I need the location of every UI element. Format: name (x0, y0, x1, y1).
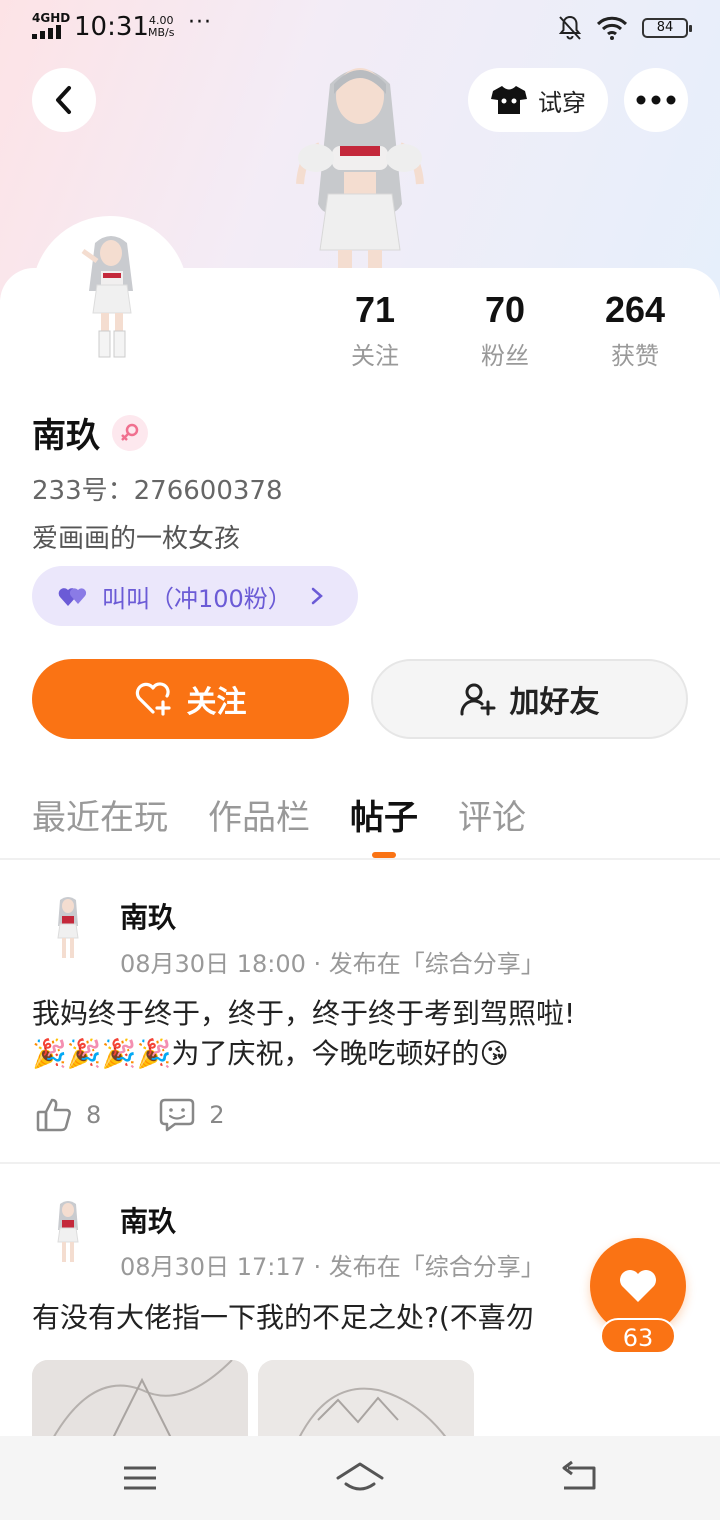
profile-avatar[interactable] (32, 216, 188, 372)
post-actions: 8 2 (36, 1098, 225, 1132)
post-text-line: 有没有大佬指一下我的不足之处?(不喜勿 (32, 1301, 534, 1334)
post-text-line: 我妈终于终于，终于，终于终于考到驾照啦! (32, 997, 576, 1030)
user-id: 233号：276600378 (32, 476, 283, 506)
signal-icon (32, 25, 62, 39)
post-author-name[interactable]: 南玖 (120, 1200, 176, 1240)
tab-posts[interactable]: 帖子 (350, 790, 418, 858)
more-notifications-icon: ··· (188, 10, 212, 35)
post-image-thumbnail[interactable] (258, 1360, 474, 1440)
likes-count: 264 (604, 289, 666, 330)
name-row: 南玖 (32, 408, 148, 457)
profile-tag-pill[interactable]: 叫叫（冲100粉） (32, 566, 358, 626)
back-nav-icon[interactable] (560, 1460, 600, 1496)
more-options-button[interactable] (624, 68, 688, 132)
status-time: 10:31 (74, 12, 149, 42)
following-label: 关注 (351, 342, 399, 370)
post-meta: 08月30日 17:17 · 发布在「综合分享」 (120, 1253, 545, 1281)
mute-bell-icon (558, 15, 582, 40)
add-user-icon (459, 683, 495, 716)
tshirt-icon (491, 86, 527, 114)
avatar-figure-image (37, 221, 183, 367)
floating-like-count: 63 (600, 1318, 676, 1354)
follow-button-label: 关注 (186, 685, 247, 720)
post-comment-count: 2 (209, 1101, 225, 1129)
network-type: 4GHD (32, 11, 71, 25)
thumbs-up-icon (36, 1098, 71, 1132)
followers-stat[interactable]: 70 粉丝 (440, 288, 570, 371)
profile-tabs: 最近在玩 作品栏 帖子 评论 (32, 790, 526, 858)
chevron-left-icon (56, 86, 71, 114)
hearts-icon (58, 588, 87, 606)
tab-posts-label: 帖子 (350, 798, 418, 838)
menu-icon[interactable] (120, 1460, 160, 1496)
wifi-icon (596, 16, 628, 40)
profile-bio: 爱画画的一枚女孩 (32, 524, 241, 554)
more-dots-icon (636, 95, 676, 105)
heart-icon (620, 1270, 656, 1302)
follow-button[interactable]: 关注 (32, 659, 349, 739)
tab-comments[interactable]: 评论 (458, 790, 526, 839)
tab-recent-games[interactable]: 最近在玩 (32, 790, 168, 839)
back-button[interactable] (32, 68, 96, 132)
post-author-avatar[interactable] (32, 1196, 102, 1266)
home-icon[interactable] (336, 1460, 384, 1496)
post-meta: 08月30日 18:00 · 发布在「综合分享」 (120, 950, 545, 978)
comment-icon (160, 1098, 195, 1132)
likes-label: 获赞 (611, 342, 659, 370)
post-like-count: 8 (86, 1101, 102, 1129)
post-divider (0, 1162, 720, 1164)
post-image-thumbnail[interactable] (32, 1360, 248, 1440)
tabs-divider (0, 858, 720, 860)
profile-stats: 71 关注 70 粉丝 264 获赞 (310, 288, 700, 371)
status-bar: 4GHD 10:31 4.00 MB/s ··· 84 (0, 0, 720, 56)
post-comment-button[interactable]: 2 (159, 1098, 225, 1132)
followers-label: 粉丝 (481, 342, 529, 370)
post-like-button[interactable]: 8 (36, 1098, 101, 1132)
add-friend-button[interactable]: 加好友 (371, 659, 688, 739)
chevron-right-icon (311, 587, 323, 605)
followers-count: 70 (484, 289, 526, 330)
profile-tag-label: 叫叫（冲100粉） (102, 584, 292, 613)
heart-plus-icon (135, 682, 171, 716)
try-on-button[interactable]: 试穿 (468, 68, 608, 132)
profile-name: 南玖 (32, 416, 100, 456)
post-text-line: 🎉🎉🎉🎉为了庆祝，今晚吃顿好的😘 (32, 1037, 509, 1070)
post-author-avatar[interactable] (32, 892, 102, 962)
following-stat[interactable]: 71 关注 (310, 288, 440, 371)
female-gender-icon (112, 414, 148, 451)
following-count: 71 (354, 289, 396, 330)
network-speed: 4.00 MB/s (148, 14, 175, 39)
tab-works[interactable]: 作品栏 (208, 790, 310, 839)
avatar-character-image[interactable] (280, 54, 440, 276)
post-author-name[interactable]: 南玖 (120, 896, 176, 936)
add-friend-label: 加好友 (509, 685, 600, 720)
battery-indicator: 84 (642, 18, 692, 38)
likes-stat[interactable]: 264 获赞 (570, 288, 700, 371)
post-content[interactable]: 我妈终于终于，终于，终于终于考到驾照啦! 🎉🎉🎉🎉为了庆祝，今晚吃顿好的😘 (32, 994, 688, 1074)
post-content[interactable]: 有没有大佬指一下我的不足之处?(不喜勿 (32, 1298, 632, 1338)
try-on-label: 试穿 (538, 88, 586, 117)
system-navigation-bar (0, 1436, 720, 1520)
